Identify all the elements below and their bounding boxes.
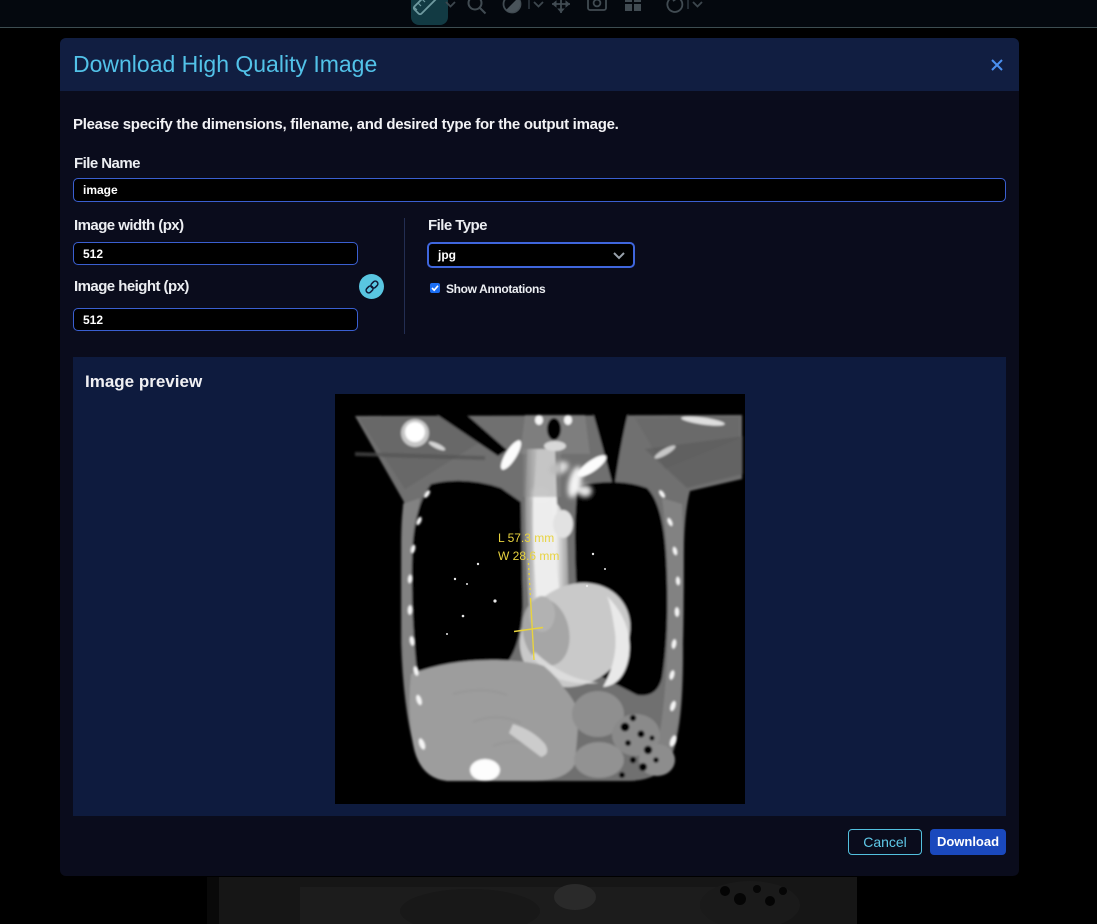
svg-text:W 28.6 mm: W 28.6 mm <box>498 549 559 563</box>
svg-text:L 57.3 mm: L 57.3 mm <box>498 531 554 545</box>
